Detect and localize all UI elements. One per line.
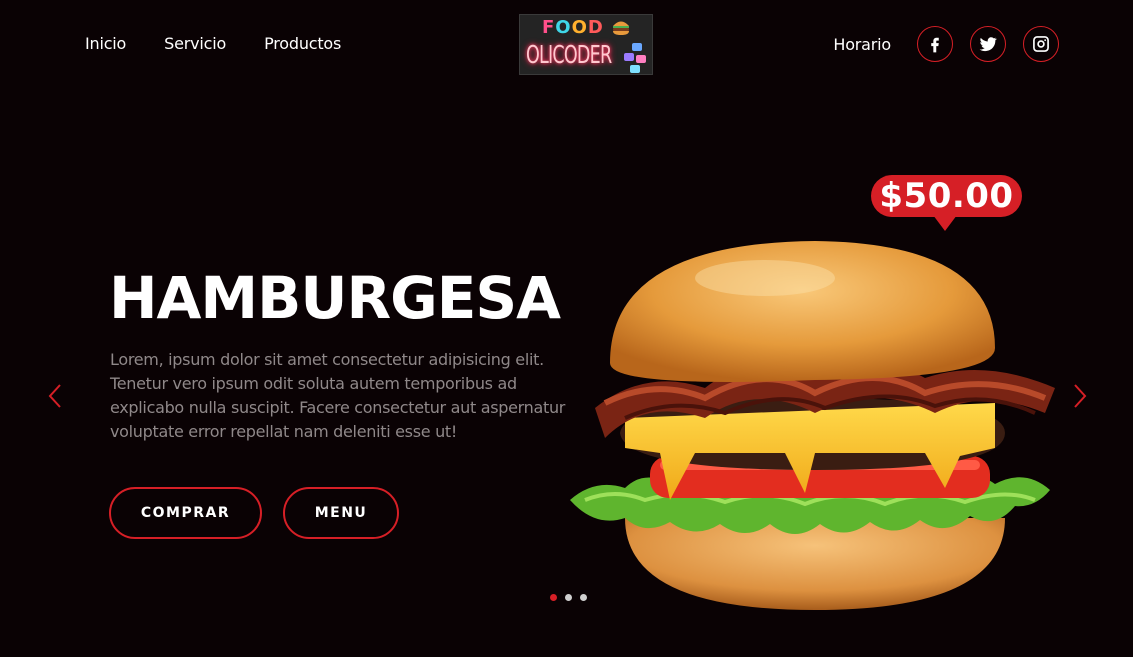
menu-button[interactable]: MENU <box>283 487 399 539</box>
twitter-button[interactable] <box>970 26 1006 62</box>
burger-icon <box>613 21 629 35</box>
facebook-icon <box>931 37 939 53</box>
slider-dots <box>550 594 587 601</box>
nav-link-inicio[interactable]: Inicio <box>85 34 126 53</box>
twitter-icon <box>979 37 998 52</box>
facebook-button[interactable] <box>917 26 953 62</box>
logo[interactable]: FOOD OLICODER <box>519 14 653 75</box>
chevron-left-icon <box>48 384 61 408</box>
main-nav-right: Horario <box>833 26 1059 62</box>
nav-link-horario[interactable]: Horario <box>833 35 891 54</box>
buy-button[interactable]: COMPRAR <box>109 487 262 539</box>
hamburger-image <box>570 241 1055 610</box>
main-nav-left: Inicio Servicio Productos <box>85 34 341 53</box>
slider-dot-3[interactable] <box>580 594 587 601</box>
logo-olicoder-text: OLICODER <box>526 40 612 69</box>
slider-next-arrow[interactable] <box>1072 383 1088 409</box>
slider-prev-arrow[interactable] <box>47 383 63 409</box>
instagram-icon <box>1033 36 1049 52</box>
hero-description: Lorem, ipsum dolor sit amet consectetur … <box>110 350 566 441</box>
chevron-right-icon <box>1074 384 1087 408</box>
nav-link-servicio[interactable]: Servicio <box>164 34 226 53</box>
nav-link-productos[interactable]: Productos <box>264 34 341 53</box>
hero-title: HAMBURGESA <box>109 264 561 332</box>
instagram-button[interactable] <box>1023 26 1059 62</box>
slider-dot-2[interactable] <box>565 594 572 601</box>
price-tag: $50.00 <box>871 175 1022 231</box>
slider-dot-1[interactable] <box>550 594 557 601</box>
logo-food-text: FOOD <box>542 17 604 38</box>
